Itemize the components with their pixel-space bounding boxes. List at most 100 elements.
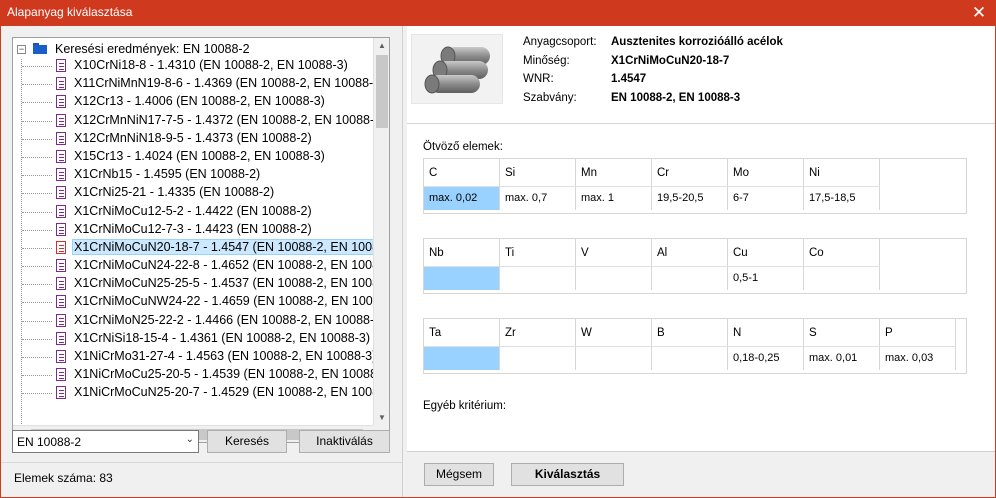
tree-item-label: X12CrMnNiN17-7-5 - 1.4372 (EN 10088-2, E…	[74, 112, 386, 127]
scroll-down-icon[interactable]: ▼	[374, 410, 389, 426]
tree-item[interactable]: X1CrNiMoCu12-7-3 - 1.4423 (EN 10088-2)	[13, 221, 374, 239]
tree-item[interactable]: X10CrNi18-8 - 1.4310 (EN 10088-2, EN 100…	[13, 57, 374, 75]
tree-item[interactable]: X12CrMnNiN17-7-5 - 1.4372 (EN 10088-2, E…	[13, 112, 385, 130]
alloy-element-header: Ni	[804, 159, 880, 186]
tree-item-label: X1CrNiMoCu12-7-3 - 1.4423 (EN 10088-2)	[74, 221, 312, 236]
search-button[interactable]: Keresés	[207, 430, 287, 453]
alloy-element-value[interactable]	[804, 266, 880, 290]
alloy-element-value[interactable]: 19,5-20,5	[652, 186, 728, 210]
tree-root-label: Keresési eredmények: EN 10088-2	[55, 42, 250, 56]
tree-item[interactable]: X1NiCrMo31-27-4 - 1.4563 (EN 10088-2, EN…	[13, 348, 376, 366]
document-icon	[56, 131, 66, 145]
document-icon	[56, 186, 66, 200]
tree-branch-line	[22, 284, 52, 286]
tree-item[interactable]: X1CrNiMoCuN25-25-5 - 1.4537 (EN 10088-2,…	[13, 275, 389, 293]
alloy-element-value[interactable]: max. 0,01	[804, 346, 880, 370]
alloy-element-value[interactable]: max. 1	[576, 186, 652, 210]
tree-item-label: X1CrNi25-21 - 1.4335 (EN 10088-2)	[74, 185, 275, 200]
tree-item[interactable]: X1CrNiMoN25-22-2 - 1.4466 (EN 10088-2, E…	[13, 312, 385, 330]
tree-item-label: X1CrNiMoCuNW24-22 - 1.4659 (EN 10088-2, …	[74, 294, 390, 309]
alloy-element-header: Ta	[424, 319, 500, 346]
alloy-element-value[interactable]	[424, 266, 500, 290]
alloy-element-value[interactable]: 0,18-0,25	[728, 346, 804, 370]
select-button[interactable]: Kiválasztás	[511, 463, 624, 486]
alloy-element-value[interactable]	[652, 346, 728, 370]
tree-branch-line	[22, 211, 52, 213]
document-icon	[56, 295, 66, 309]
alloy-element-header: P	[880, 319, 956, 346]
vertical-scroll-thumb[interactable]	[376, 55, 388, 128]
alloy-element-header: S	[804, 319, 880, 346]
alloy-element-header: Al	[652, 239, 728, 266]
alloy-element-value[interactable]: 6-7	[728, 186, 804, 210]
tree-item-label: X12Cr13 - 1.4006 (EN 10088-2, EN 10088-3…	[74, 94, 325, 109]
tree-item-label: X12CrMnNiN18-9-5 - 1.4373 (EN 10088-2)	[74, 130, 312, 145]
tree-item[interactable]: X1CrNb15 - 1.4595 (EN 10088-2)	[13, 166, 374, 184]
tree-item[interactable]: X11CrNiMnN19-8-6 - 1.4369 (EN 10088-2, E…	[13, 75, 384, 93]
left-panel: − Keresési eredmények: EN 10088-2 X10CrN…	[1, 26, 403, 497]
alloy-element-value[interactable]: max. 0,02	[424, 186, 500, 210]
tree-item-label: X1NiCrMoCu25-20-5 - 1.4539 (EN 10088-2, …	[74, 367, 390, 382]
results-tree[interactable]: − Keresési eredmények: EN 10088-2 X10CrN…	[12, 37, 390, 443]
alloy-element-value[interactable]	[500, 266, 576, 290]
alloy-element-value[interactable]: 17,5-18,5	[804, 186, 880, 210]
tree-item[interactable]: X1CrNiMoCu12-5-2 - 1.4422 (EN 10088-2)	[13, 203, 374, 221]
tree-item-label: X10CrNi18-8 - 1.4310 (EN 10088-2, EN 100…	[74, 58, 348, 72]
tree-branch-line	[22, 357, 52, 358]
close-icon[interactable]: ✕	[962, 0, 996, 26]
alloy-element-header: V	[576, 239, 652, 266]
tree-item[interactable]: X12Cr13 - 1.4006 (EN 10088-2, EN 10088-3…	[13, 93, 374, 111]
document-icon	[56, 168, 66, 182]
document-icon	[56, 95, 66, 109]
tree-branch-line	[22, 120, 52, 122]
tree-item[interactable]: X1CrNi25-21 - 1.4335 (EN 10088-2)	[13, 184, 374, 202]
tree-branch-line	[22, 66, 52, 67]
document-icon	[56, 204, 66, 218]
inactivate-button[interactable]: Inaktiválás	[299, 430, 390, 453]
quality-value: X1CrNiMoCuN20-18-7	[611, 54, 730, 67]
tree-branch-line	[22, 338, 52, 340]
alloy-content: Ötvöző elemek: Cmax. 0,02 Si max. 0,7 Mn max…	[407, 124, 995, 451]
alloy-element-header: Ti	[500, 239, 576, 266]
tree-item[interactable]: X1CrNiMoCuN24-22-8 - 1.4652 (EN 10088-2,…	[13, 257, 389, 275]
tree-branch-line	[22, 302, 52, 304]
alloy-element-value[interactable]	[500, 346, 576, 370]
collapse-icon[interactable]: −	[17, 45, 26, 54]
tree-branch-line	[22, 375, 52, 377]
alloy-element-value[interactable]	[576, 266, 652, 290]
standard-combobox[interactable]: EN 10088-2 ⌄	[12, 430, 199, 453]
tree-item[interactable]: X1NiCrMoCuN25-20-7 - 1.4529 (EN 10088-2,…	[13, 384, 389, 402]
alloy-element-value[interactable]: max. 0,03	[880, 346, 956, 370]
cancel-button[interactable]: Mégsem	[424, 463, 494, 486]
tree-branch-line	[22, 320, 52, 322]
alloy-element-header: C	[424, 159, 500, 186]
tree-item[interactable]: X1CrNiSi18-15-4 - 1.4361 (EN 10088-2, EN…	[13, 330, 374, 348]
window-title: Alapanyag kiválasztása	[7, 5, 133, 19]
tree-item-label: X1CrNiMoCuN24-22-8 - 1.4652 (EN 10088-2,…	[74, 258, 390, 273]
alloy-table: Ta Zr W B N 0,18-0,25 Smax. 0,01 Pmax. 0,03	[423, 318, 967, 374]
alloy-element-header: B	[652, 319, 728, 346]
alloy-element-value[interactable]	[652, 266, 728, 290]
scroll-up-icon[interactable]: ▲	[374, 38, 389, 54]
tree-item[interactable]: X1CrNiMoCuNW24-22 - 1.4659 (EN 10088-2, …	[13, 293, 389, 311]
vertical-scrollbar[interactable]: ▲ ▼	[373, 38, 389, 426]
alloy-element-header: N	[728, 319, 804, 346]
tree-item[interactable]: X1CrNiMoCuN20-18-7 - 1.4547 (EN 10088-2,…	[13, 238, 389, 257]
alloy-element-value[interactable]: 0,5-1	[728, 266, 804, 290]
tree-branch-line	[22, 138, 52, 140]
chevron-down-icon[interactable]: ⌄	[186, 434, 194, 445]
alloy-section-title: Ötvöző elemek:	[423, 141, 503, 153]
document-icon	[56, 368, 66, 382]
tree-item[interactable]: X15Cr13 - 1.4024 (EN 10088-2, EN 10088-3…	[13, 148, 374, 166]
tree-item[interactable]: X12CrMnNiN18-9-5 - 1.4373 (EN 10088-2)	[13, 130, 374, 148]
tree-item[interactable]: X1NiCrMoCu25-20-5 - 1.4539 (EN 10088-2, …	[13, 366, 389, 384]
alloy-element-value[interactable]	[424, 346, 500, 370]
title-bar: Alapanyag kiválasztása ✕	[0, 0, 996, 26]
standard-combobox-value: EN 10088-2	[17, 435, 82, 449]
standard-value: EN 10088-2, EN 10088-3	[611, 91, 741, 104]
alloy-element-header: Mn	[576, 159, 652, 186]
alloy-element-value[interactable]	[576, 346, 652, 370]
document-icon	[56, 313, 66, 327]
alloy-element-value[interactable]: max. 0,7	[500, 186, 576, 210]
right-panel: Anyagcsoport: Ausztenites korrozióálló a…	[407, 26, 995, 497]
